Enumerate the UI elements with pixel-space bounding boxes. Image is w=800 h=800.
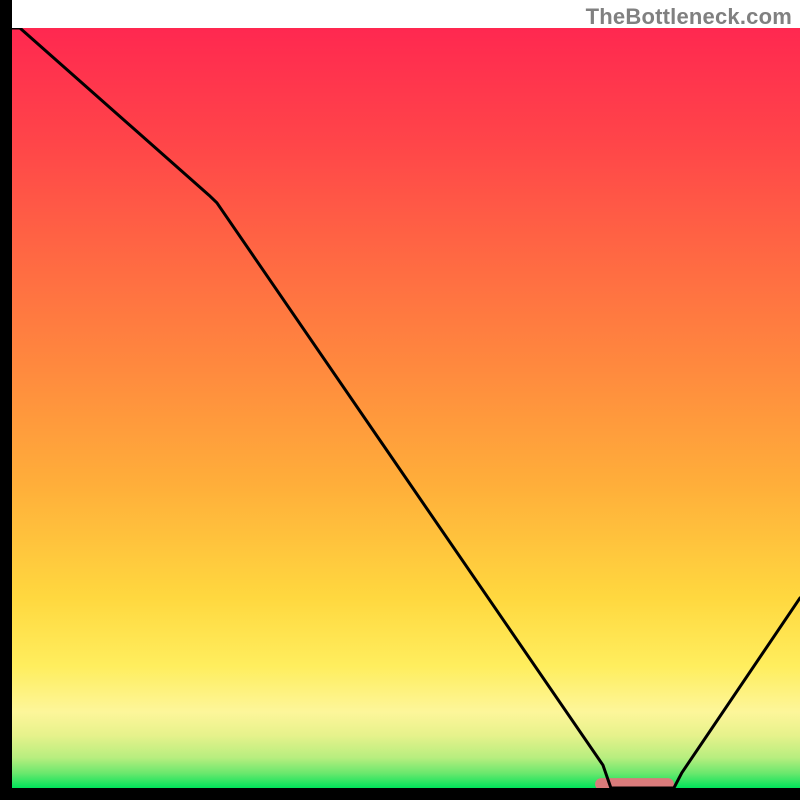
x-axis — [0, 788, 800, 800]
plot-area — [0, 0, 800, 800]
chart-canvas — [0, 0, 800, 800]
watermark-text: TheBottleneck.com — [586, 4, 792, 30]
y-axis — [0, 0, 12, 800]
gradient-background — [12, 28, 800, 788]
bottleneck-chart: TheBottleneck.com — [0, 0, 800, 800]
